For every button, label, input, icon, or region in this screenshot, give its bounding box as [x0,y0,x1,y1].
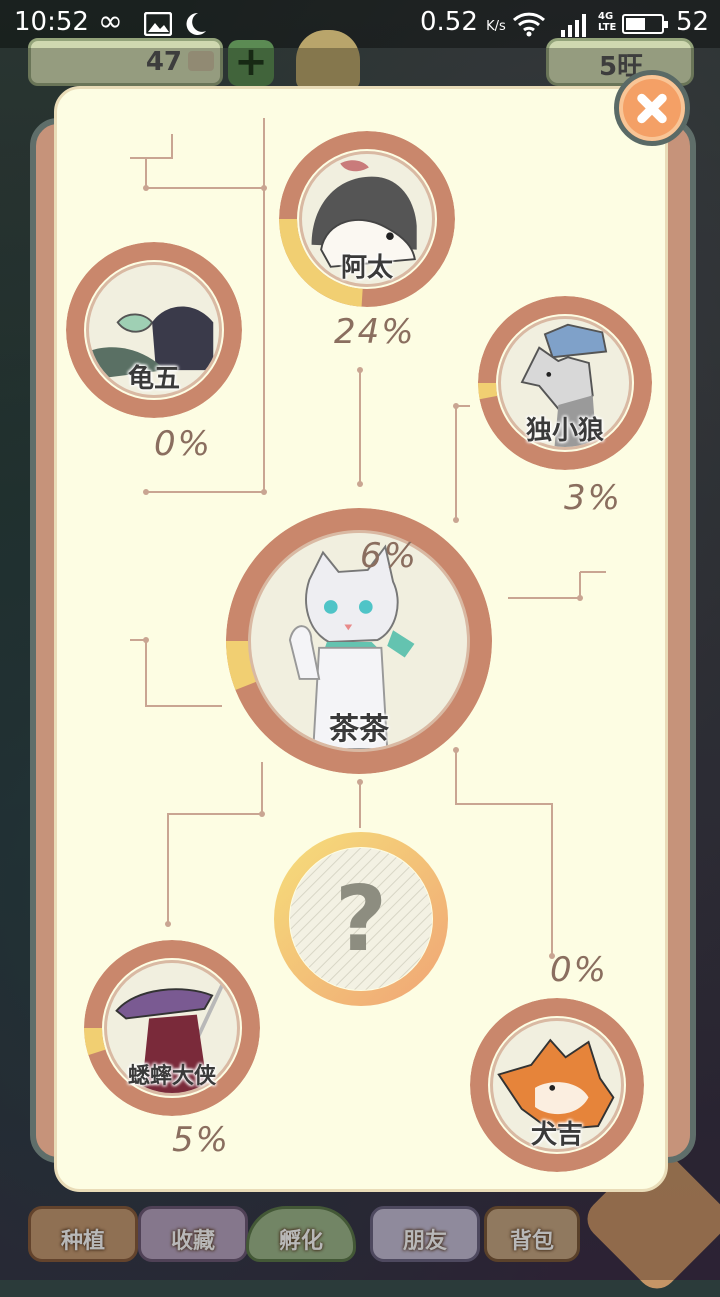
character-node-guiwu[interactable]: 龟五 [66,242,242,418]
close-button[interactable] [614,70,690,146]
character-node-xishuai[interactable]: 蟋蟀大侠 [84,940,260,1116]
character-name: 犬吉 [530,1120,583,1150]
character-percent-guiwu: 0% [154,424,212,464]
question-mark-icon: ? [334,867,388,972]
character-node-duxiaolang[interactable]: 独小狼 [478,296,652,470]
character-name: 阿太 [340,253,393,283]
unknown-character-node[interactable]: ? [274,832,448,1006]
character-node-atai[interactable]: 阿太 [279,131,455,307]
character-percent-atai: 24% [334,312,416,352]
character-name: 独小狼 [525,416,604,446]
character-name: 龟五 [127,364,180,394]
character-node-chacha[interactable]: 茶茶 [226,508,492,774]
character-percent-chacha: 6% [360,536,418,576]
character-name: 蟋蟀大侠 [127,1064,216,1089]
character-percent-quanji: 0% [550,950,608,990]
character-percent-duxiaolang: 3% [564,478,622,518]
character-node-quanji[interactable]: 犬吉 [470,998,644,1172]
character-percent-xishuai: 5% [172,1120,230,1160]
character-name: 茶茶 [329,712,389,747]
